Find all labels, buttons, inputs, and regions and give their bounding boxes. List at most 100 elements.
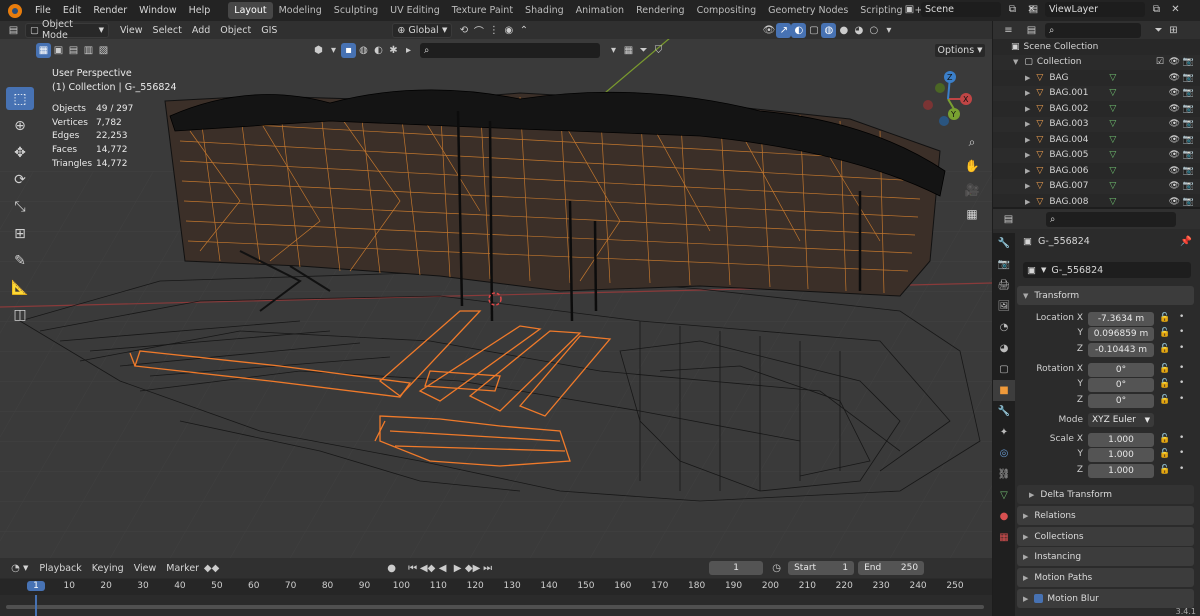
menu-keying[interactable]: Keying xyxy=(87,563,129,574)
outliner-item[interactable]: ▶ ▽ BAG.005 ▽ 👁 📷 xyxy=(993,147,1200,163)
transform-orientation-dropdown[interactable]: ⊕ Global ▼ xyxy=(392,22,453,38)
eye-icon[interactable]: 👁 xyxy=(1169,150,1180,160)
material-shading-icon[interactable]: ◕ xyxy=(851,23,866,38)
eye-icon[interactable]: 👁 xyxy=(1169,166,1180,176)
select-mode-subtract-icon[interactable]: ▤ xyxy=(66,43,81,58)
outliner-item[interactable]: ▶ ▽ BAG ▽ 👁 📷 xyxy=(993,70,1200,86)
camera-render-icon[interactable]: 📷 xyxy=(1183,135,1194,145)
keyframe-dot-icon[interactable]: • xyxy=(1179,343,1184,353)
collection-row[interactable]: ▼ ▢ Collection ☑ 👁 📷 xyxy=(993,54,1200,70)
lock-icon[interactable]: 🔓 xyxy=(1159,344,1170,354)
constraints-tab-icon[interactable]: ⛓ xyxy=(993,464,1015,485)
menu-file[interactable]: File xyxy=(29,0,57,21)
tool-tab-icon[interactable]: 🔧 xyxy=(993,233,1015,254)
keyframe-dot-icon[interactable]: • xyxy=(1179,327,1184,337)
timeline-scrollbar[interactable] xyxy=(6,605,984,609)
viewport-search-input[interactable]: ⌕ xyxy=(420,42,600,58)
copy-view-layer-icon[interactable]: ⧉ xyxy=(1149,2,1164,17)
location-x-field[interactable]: -7.3634 m xyxy=(1088,312,1154,326)
keyframe-dot-icon[interactable]: • xyxy=(1179,433,1184,443)
scene-tab-icon[interactable]: ◔ xyxy=(993,317,1015,338)
new-collection-icon[interactable]: ⊞ xyxy=(1166,23,1181,38)
select-box-tool-icon[interactable]: ⬚ xyxy=(6,87,34,110)
menu-timeline-view[interactable]: View xyxy=(129,563,162,574)
output-tab-icon[interactable]: 🖨 xyxy=(993,275,1015,296)
rotation-z-field[interactable]: 0° xyxy=(1088,394,1154,408)
scale-y-field[interactable]: 1.000 xyxy=(1088,448,1154,462)
expand-right-icon[interactable]: ▶ xyxy=(1025,198,1030,206)
delta-transform-panel-header[interactable]: ▶ Delta Transform xyxy=(1017,485,1194,504)
select-mode-intersect-icon[interactable]: ▧ xyxy=(96,43,111,58)
lock-icon[interactable]: 🔓 xyxy=(1159,379,1170,389)
data-tab-icon[interactable]: ▽ xyxy=(993,485,1015,506)
rotation-y-field[interactable]: 0° xyxy=(1088,378,1154,392)
filter-icon[interactable]: ▾ xyxy=(326,43,341,58)
collection-tab-icon[interactable]: ▢ xyxy=(993,359,1015,380)
outliner-item[interactable]: ▶ ▽ BAG.001 ▽ 👁 📷 xyxy=(993,85,1200,101)
start-frame-field[interactable]: Start 1 xyxy=(788,561,855,575)
tab-geometry-nodes[interactable]: Geometry Nodes xyxy=(762,2,854,19)
camera-render-icon[interactable]: 📷 xyxy=(1183,104,1194,114)
eye-icon[interactable]: 👁 xyxy=(1169,119,1180,129)
gizmo-neg-z-icon[interactable] xyxy=(939,116,949,126)
expand-right-icon[interactable]: ▶ xyxy=(1025,89,1030,97)
play-reverse-icon[interactable]: ◀ xyxy=(435,561,450,576)
motion-blur-panel-header[interactable]: ▶ Motion Blur xyxy=(1017,589,1194,608)
lock-icon[interactable]: 🔓 xyxy=(1159,364,1170,374)
jump-end-icon[interactable]: ⏭ xyxy=(480,561,495,576)
location-y-field[interactable]: 0.096859 m xyxy=(1088,327,1154,341)
outliner-editor-icon[interactable]: ≡ xyxy=(1001,23,1016,38)
solid-shading-icon[interactable]: ● xyxy=(836,23,851,38)
zoom-icon[interactable]: ⌕ xyxy=(961,131,983,153)
annotate-tool-icon[interactable]: ✎ xyxy=(6,249,34,272)
timeline-editor-icon[interactable]: ◔ xyxy=(8,561,23,576)
scene-selector[interactable]: Scene xyxy=(921,2,1001,17)
3d-viewport[interactable]: ⬚ ⊕ ✥ ⟳ ⤡ ⊞ ✎ 📐 ◫ User Perspective (1) C… xyxy=(0,21,992,558)
pan-hand-icon[interactable]: ✋ xyxy=(961,155,983,177)
cursor-tool-icon[interactable]: ⊕ xyxy=(6,114,34,137)
proportional-edit-icon[interactable]: ◉ xyxy=(501,23,516,38)
particles-tab-icon[interactable]: ✦ xyxy=(993,422,1015,443)
current-frame-field[interactable]: 1 xyxy=(709,561,764,575)
menu-select[interactable]: Select xyxy=(148,25,187,36)
tab-texture-paint[interactable]: Texture Paint xyxy=(446,2,519,19)
transform-tool-icon[interactable]: ⊞ xyxy=(6,222,34,245)
display-mode-icon[interactable]: ▤ xyxy=(1024,23,1039,38)
scale-z-field[interactable]: 1.000 xyxy=(1088,464,1154,478)
wireframe-shading-icon[interactable]: ◍ xyxy=(821,22,837,38)
pivot-icon[interactable]: ⟲ xyxy=(456,23,471,38)
relations-panel-header[interactable]: ▶ Relations xyxy=(1017,506,1194,525)
checkbox-icon[interactable]: ☑ xyxy=(1156,57,1164,67)
eye-icon[interactable]: 👁 xyxy=(1169,57,1180,67)
camera-render-icon[interactable]: 📷 xyxy=(1183,57,1194,67)
expand-right-icon[interactable]: ▶ xyxy=(1025,167,1030,175)
scene-collection-row[interactable]: ▣ Scene Collection xyxy=(993,39,1200,55)
camera-icon[interactable]: 🎥 xyxy=(961,179,983,201)
camera-render-icon[interactable]: 📷 xyxy=(1183,150,1194,160)
eye-icon[interactable]: 👁 xyxy=(1169,197,1180,207)
navigation-gizmo[interactable]: Z X Y xyxy=(918,69,978,129)
outliner-item[interactable]: ▶ ▽ BAG.008 ▽ 👁 📷 xyxy=(993,194,1200,207)
menu-marker[interactable]: Marker xyxy=(161,563,204,574)
lock-icon[interactable]: 🔓 xyxy=(1159,465,1170,475)
outliner-item[interactable]: ▶ ▽ BAG.003 ▽ 👁 📷 xyxy=(993,116,1200,132)
outliner-item[interactable]: ▶ ▽ BAG.002 ▽ 👁 📷 xyxy=(993,101,1200,117)
eye-icon[interactable]: 👁 xyxy=(1169,135,1180,145)
object-tab-icon[interactable]: ■ xyxy=(993,380,1015,401)
expand-right-icon[interactable]: ▶ xyxy=(1025,182,1030,190)
modifier-tab-icon[interactable]: 🔧 xyxy=(993,401,1015,422)
gizmo-neg-y-icon[interactable] xyxy=(935,83,945,93)
camera-render-icon[interactable]: 📷 xyxy=(1183,197,1194,207)
tab-sculpting[interactable]: Sculpting xyxy=(328,2,384,19)
outliner-item[interactable]: ▶ ▽ BAG.004 ▽ 👁 📷 xyxy=(993,132,1200,148)
shading-options-icon[interactable]: ▾ xyxy=(881,23,896,38)
clock-icon[interactable]: ◷ xyxy=(769,561,784,576)
timeline-track-area[interactable] xyxy=(0,595,992,616)
lock-icon[interactable]: 🔓 xyxy=(1159,395,1170,405)
scene-icon[interactable]: ▣ xyxy=(902,2,917,17)
tab-modeling[interactable]: Modeling xyxy=(273,2,328,19)
texture-tab-icon[interactable]: ▦ xyxy=(993,527,1015,548)
end-frame-field[interactable]: End 250 xyxy=(858,561,925,575)
shield-icon[interactable]: ⛉ xyxy=(651,43,666,58)
tab-uv-editing[interactable]: UV Editing xyxy=(384,2,446,19)
